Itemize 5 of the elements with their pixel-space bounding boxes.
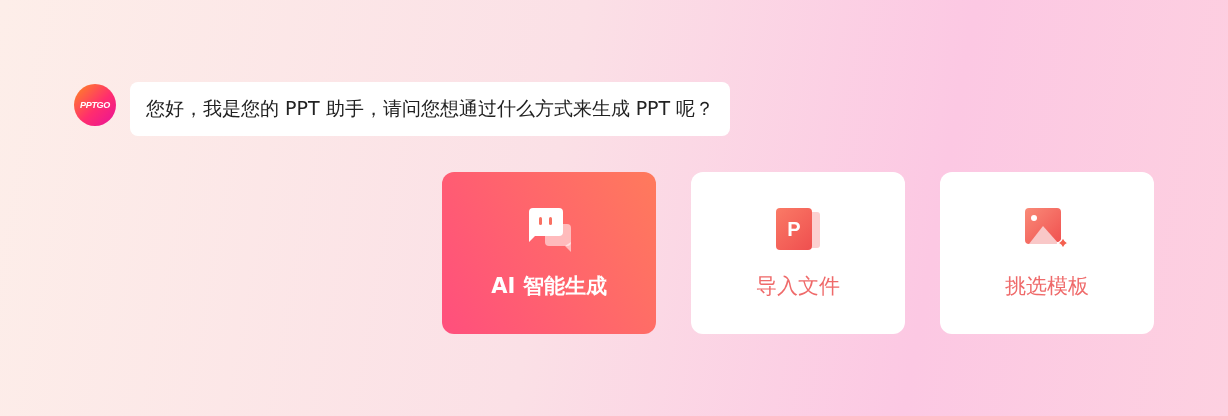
assistant-avatar: PPTGO <box>74 84 116 126</box>
option-card[interactable]: 挑选模板 <box>940 172 1154 334</box>
chat-bubble: 您好，我是您的 PPT 助手，请问您想通过什么方式来生成 PPT 呢？ <box>130 82 731 136</box>
option-card[interactable]: P 导入文件 <box>691 172 905 334</box>
option-card[interactable]: AI 智能生成 <box>442 172 656 334</box>
